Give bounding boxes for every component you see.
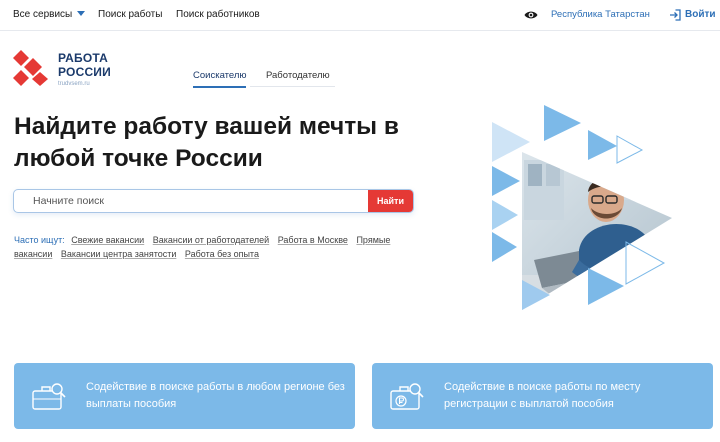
- hero-illustration: [492, 105, 672, 310]
- all-services-label: Все сервисы: [13, 9, 73, 20]
- chevron-down-icon: [77, 11, 86, 16]
- decor-triangle: [544, 105, 581, 141]
- briefcase-ruble-icon: [390, 383, 424, 410]
- frequent-link[interactable]: Вакансии от работодателей: [153, 235, 269, 245]
- frequent-link[interactable]: Вакансии центра занятости: [61, 249, 177, 259]
- service-card-no-benefit[interactable]: Содействие в поиске работы в любом регио…: [14, 363, 355, 429]
- region-selector[interactable]: Республика Татарстан: [551, 9, 650, 20]
- tab-active-underline: [193, 86, 246, 88]
- decor-triangle: [492, 166, 520, 196]
- accessibility-eye-icon[interactable]: [524, 10, 538, 20]
- top-bar: Все сервисы Поиск работы Поиск работнико…: [0, 0, 720, 31]
- logo-title-line1: РАБОТА: [58, 51, 109, 65]
- login-link[interactable]: Войти: [685, 9, 716, 20]
- frequent-searches-label: Часто ищут:: [14, 235, 65, 245]
- logo-domain: trudvsem.ru: [58, 81, 90, 87]
- decor-triangle: [588, 130, 617, 160]
- logo-title-line2: РОССИИ: [58, 65, 111, 79]
- decor-triangle: [492, 232, 517, 262]
- logo-icon[interactable]: [12, 48, 50, 88]
- frequent-link[interactable]: Работа в Москве: [278, 235, 348, 245]
- search-bar: Найти: [13, 189, 414, 213]
- decor-triangle-outline: [616, 135, 644, 164]
- search-button[interactable]: Найти: [368, 190, 413, 212]
- service-card-with-benefit[interactable]: Содействие в поиске работы по месту реги…: [372, 363, 713, 429]
- search-input[interactable]: [14, 190, 370, 212]
- service-card-text: Содействие в поиске работы по месту реги…: [444, 381, 641, 410]
- tab-divider: [250, 86, 335, 87]
- decor-triangle: [588, 268, 624, 305]
- hero-title: Найдите работу вашей мечты в любой точке…: [14, 113, 399, 172]
- tab-job-seeker[interactable]: Соискателю: [193, 70, 247, 81]
- all-services-menu[interactable]: Все сервисы: [13, 9, 86, 20]
- frequent-link[interactable]: Свежие вакансии: [71, 235, 144, 245]
- briefcase-search-icon: [32, 383, 66, 410]
- frequent-link[interactable]: Работа без опыта: [185, 249, 259, 259]
- login-icon[interactable]: [669, 9, 681, 21]
- frequent-searches: Часто ищут: Свежие вакансии Вакансии от …: [14, 233, 424, 261]
- tab-employer[interactable]: Работодателю: [266, 70, 330, 81]
- decor-triangle-outline: [625, 241, 666, 285]
- decor-triangle: [492, 200, 518, 230]
- nav-worker-search[interactable]: Поиск работников: [176, 9, 260, 20]
- service-card-text: Содействие в поиске работы в любом регио…: [86, 381, 345, 410]
- nav-job-search[interactable]: Поиск работы: [98, 9, 162, 20]
